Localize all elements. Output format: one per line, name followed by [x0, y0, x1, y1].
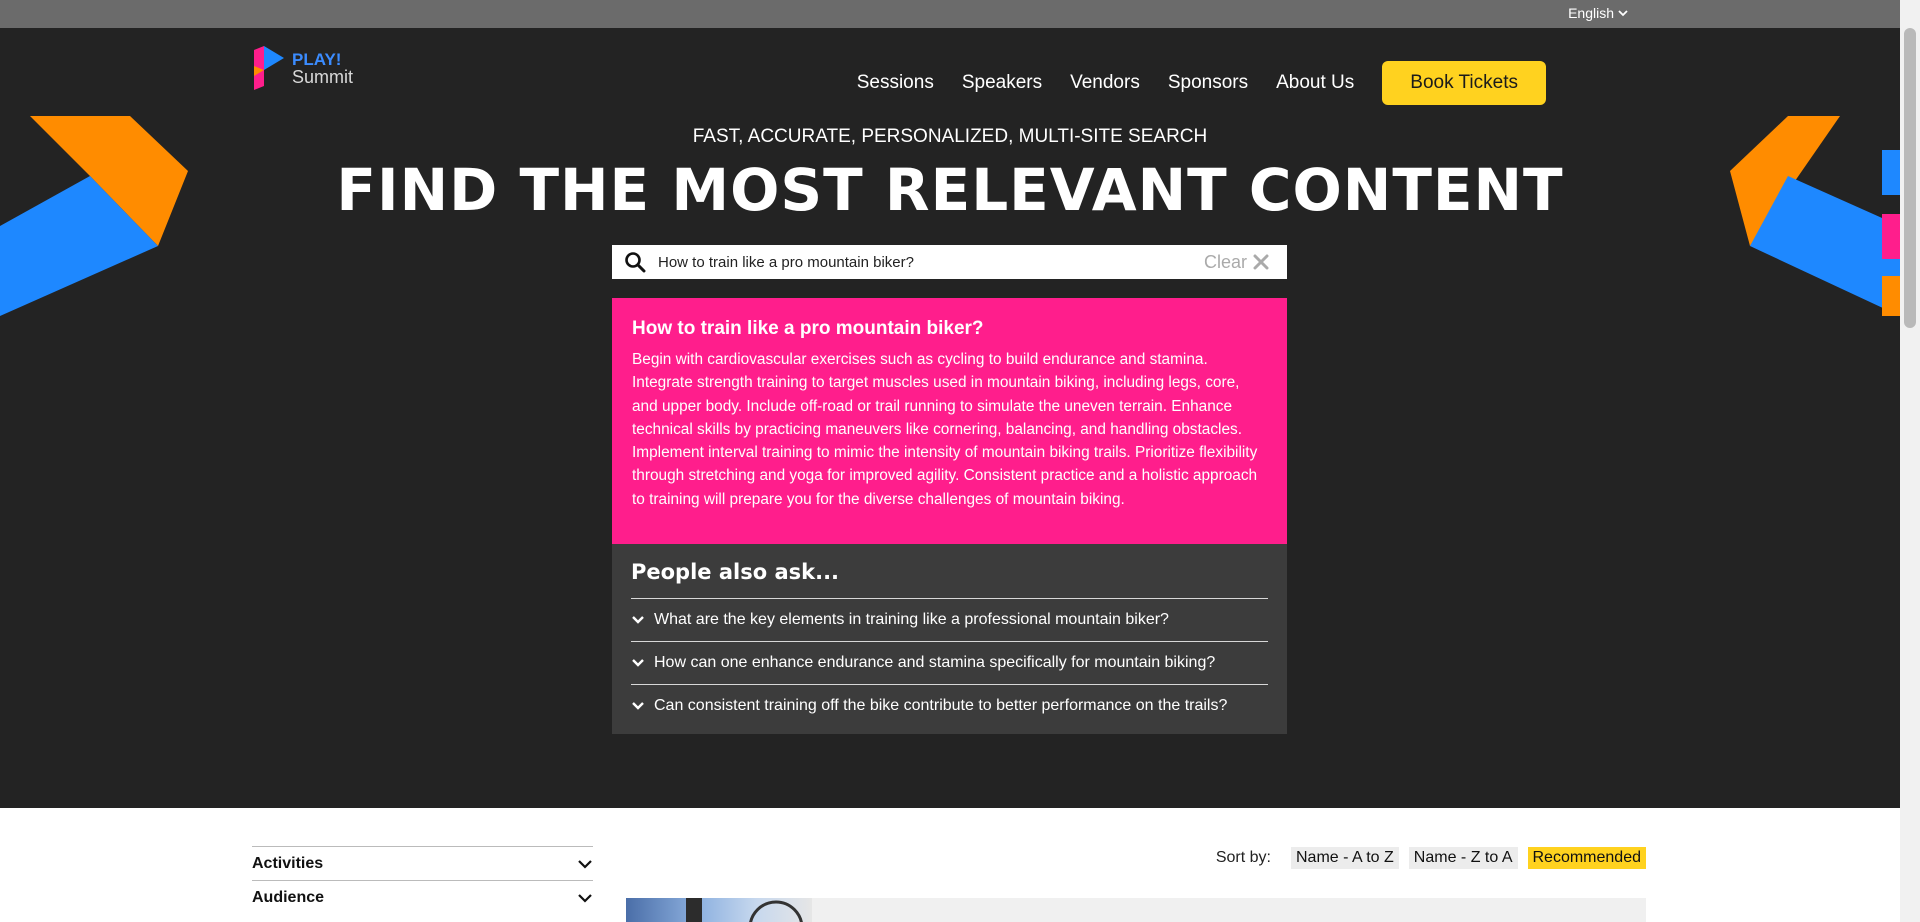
nav-about-us[interactable]: About Us — [1276, 72, 1354, 94]
book-tickets-button[interactable]: Book Tickets — [1382, 61, 1546, 105]
sort-label: Sort by: — [1215, 849, 1271, 866]
clear-search-button[interactable]: Clear — [1204, 252, 1269, 273]
logo-line-play: PLAY! — [292, 49, 342, 69]
sort-name-a-z[interactable]: Name - A to Z — [1290, 847, 1399, 869]
sort-controls: Sort by: Name - A to Z Name - Z to A Rec… — [1216, 847, 1646, 869]
page-scrollbar[interactable] — [1900, 0, 1920, 922]
chevron-down-icon — [578, 859, 592, 869]
scrollbar-thumb[interactable] — [1904, 28, 1916, 328]
chevron-down-icon — [578, 893, 592, 903]
filter-label: Activities — [252, 854, 324, 872]
paa-title: People also ask... — [631, 560, 840, 584]
chevron-down-icon — [1618, 10, 1628, 17]
chevron-down-icon — [632, 616, 644, 624]
sort-recommended[interactable]: Recommended — [1527, 847, 1646, 869]
answer-title: How to train like a pro mountain biker? — [632, 318, 984, 339]
language-label: English — [1568, 5, 1614, 21]
cyclist-image — [686, 898, 803, 922]
nav-sessions[interactable]: Sessions — [857, 72, 934, 94]
hero-section: PLAY! Summit Sessions Speakers Vendors S… — [0, 28, 1900, 808]
hero-headline: FIND THE MOST RELEVANT CONTENT — [336, 156, 1564, 224]
play-logo-icon — [254, 46, 284, 90]
chevron-down-icon — [632, 702, 644, 710]
search-bar: Clear — [612, 245, 1287, 279]
top-utility-bar: English — [0, 0, 1920, 28]
paa-question[interactable]: Can consistent training off the bike con… — [631, 684, 1268, 727]
close-icon — [1253, 254, 1269, 270]
main-nav: Sessions Speakers Vendors Sponsors About… — [829, 61, 1546, 105]
paa-question[interactable]: How can one enhance endurance and stamin… — [631, 641, 1268, 684]
filter-panel: Activities Audience — [252, 846, 593, 914]
filter-label: Audience — [252, 888, 325, 906]
sort-name-z-a[interactable]: Name - Z to A — [1408, 847, 1518, 869]
paa-question-text: Can consistent training off the bike con… — [654, 697, 1228, 714]
nav-sponsors[interactable]: Sponsors — [1168, 72, 1248, 94]
hero-tagline: FAST, ACCURATE, PERSONALIZED, MULTI-SITE… — [692, 126, 1208, 147]
filter-audience[interactable]: Audience — [252, 880, 593, 914]
search-icon — [625, 252, 646, 273]
logo-line-summit: Summit — [292, 66, 354, 87]
answer-body: Begin with cardiovascular exercises such… — [632, 351, 1258, 508]
nav-speakers[interactable]: Speakers — [962, 72, 1042, 94]
paa-question[interactable]: What are the key elements in training li… — [631, 598, 1268, 641]
result-card-body[interactable] — [812, 898, 1646, 922]
paa-question-text: What are the key elements in training li… — [654, 611, 1169, 628]
filter-activities[interactable]: Activities — [252, 846, 593, 880]
answer-card: How to train like a pro mountain biker? … — [612, 298, 1287, 544]
search-input[interactable] — [658, 245, 1204, 279]
chevron-down-icon — [632, 659, 644, 667]
people-also-ask: People also ask... What are the key elem… — [612, 544, 1287, 734]
paa-question-text: How can one enhance endurance and stamin… — [654, 654, 1216, 671]
nav-vendors[interactable]: Vendors — [1070, 72, 1140, 94]
result-card-image[interactable] — [626, 898, 812, 922]
site-logo[interactable]: PLAY! Summit — [252, 46, 353, 90]
clear-label: Clear — [1203, 251, 1247, 272]
language-selector[interactable]: English — [1568, 5, 1628, 21]
